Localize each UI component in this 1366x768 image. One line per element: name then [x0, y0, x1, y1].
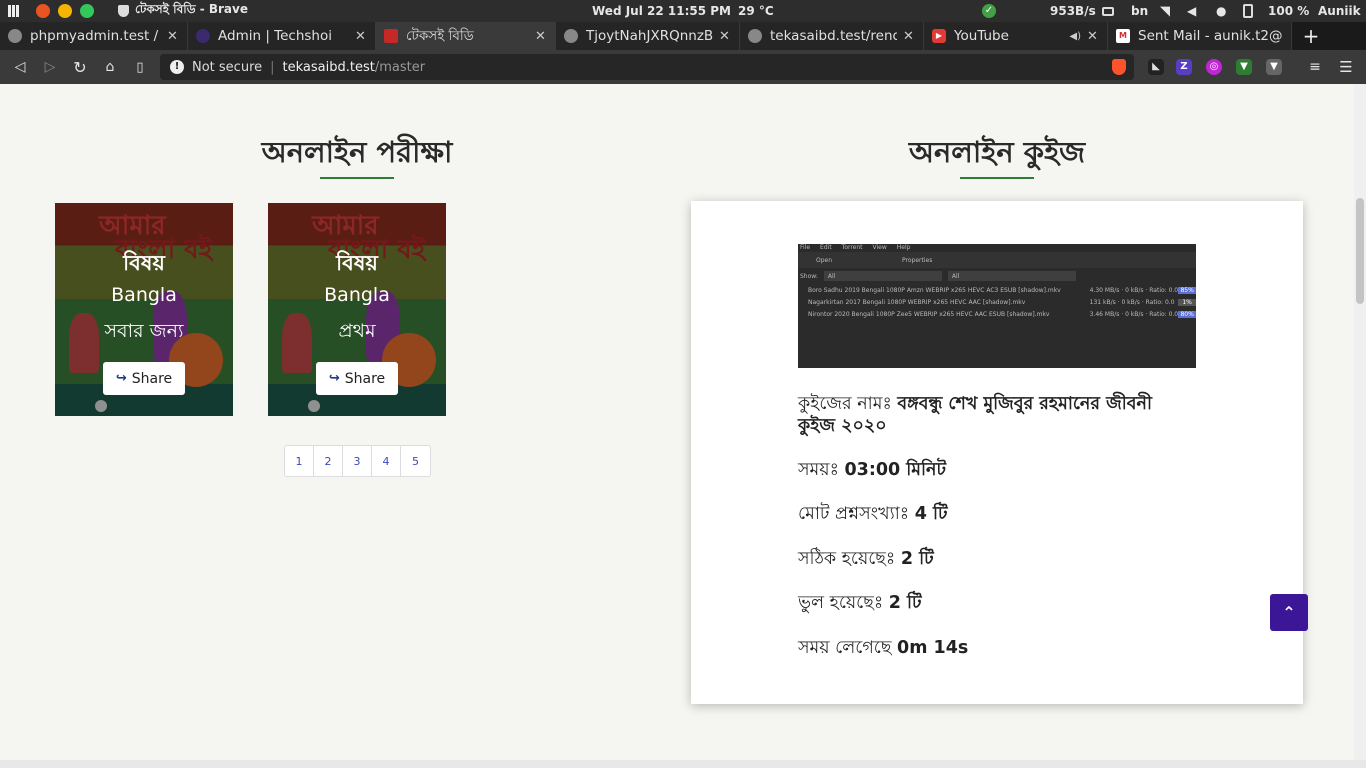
rewards-triangle-icon[interactable]: ◣ — [1148, 59, 1164, 75]
back-button[interactable]: ◁ — [10, 50, 30, 84]
window-title: টেকসই বিডি - Brave — [118, 0, 248, 22]
maximize-window-button[interactable] — [80, 4, 94, 18]
security-label[interactable]: Not secure — [192, 60, 262, 75]
network-speed: 953B/s — [1050, 4, 1096, 18]
app-grid-icon[interactable] — [6, 0, 22, 22]
tab-phpmyadmin[interactable]: phpmyadmin.test / lo ✕ — [0, 22, 188, 50]
volume-icon[interactable]: ◀ — [1187, 0, 1196, 22]
exam-section-title: অনলাইন পরীক্ষা — [261, 135, 453, 169]
audio-playing-icon[interactable]: ◀) — [1069, 31, 1081, 42]
bookmark-icon[interactable]: ▯ — [130, 50, 150, 84]
close-tab-icon[interactable]: ✕ — [1087, 29, 1099, 44]
battery-icon[interactable] — [1243, 0, 1253, 22]
tab-sent-mail[interactable]: M Sent Mail - aunik.t2@ — [1108, 22, 1292, 50]
vue-devtools-icon[interactable]: ▼ — [1266, 59, 1282, 75]
card-subject: Bangla — [324, 284, 390, 306]
exam-title-underline — [320, 177, 394, 179]
quiz-time-spent: সময় লেগেছে 0m 14s — [798, 638, 969, 658]
extension-circle-icon[interactable]: ◎ — [1206, 59, 1222, 75]
page-link-4[interactable]: 4 — [372, 446, 401, 476]
new-tab-button[interactable]: + — [1300, 22, 1322, 50]
close-tab-icon[interactable]: ✕ — [355, 29, 367, 44]
wifi-icon[interactable]: ◥ — [1160, 0, 1170, 22]
clock[interactable]: Wed Jul 22 11:55 PM — [592, 0, 731, 22]
quiz-correct-count: সঠিক হয়েছেঃ 2 টি — [798, 549, 934, 569]
tab-tekasaibd-render[interactable]: tekasaibd.test/rende ✕ — [740, 22, 924, 50]
card-heading: বিষয় — [336, 251, 378, 275]
close-tab-icon[interactable]: ✕ — [903, 29, 915, 44]
info-icon[interactable]: ! — [170, 60, 184, 74]
home-button[interactable]: ⌂ — [100, 50, 120, 84]
tab-youtube[interactable]: ▶ YouTube ◀) ✕ — [924, 22, 1108, 50]
page-link-1[interactable]: 1 — [285, 446, 314, 476]
microphone-icon[interactable]: ● — [1216, 0, 1226, 22]
globe-icon — [564, 29, 578, 43]
scrollbar-thumb[interactable] — [1356, 198, 1364, 304]
keyboard-language[interactable]: bn — [1131, 0, 1148, 22]
camera-icon[interactable] — [1102, 0, 1114, 22]
window-controls — [36, 0, 94, 22]
quiz-section-title: অনলাইন কুইজ — [908, 135, 1086, 169]
page-content: অনলাইন পরীক্ষা আমার বাংলা বই বিষয় Bangl… — [0, 84, 1354, 760]
card-audience: সবার জন্য — [104, 320, 184, 342]
quiz-time: সময়ঃ 03:00 মিনিট — [798, 460, 947, 480]
address-bar[interactable]: ! Not secure | tekasaibd.test/master — [160, 54, 1134, 80]
tab-strip: phpmyadmin.test / lo ✕ Admin | Techshoi … — [0, 22, 1366, 50]
share-button[interactable]: ↪ Share — [103, 362, 185, 395]
vpn-extension-icon[interactable]: ▼ — [1236, 59, 1252, 75]
site-logo-icon — [384, 29, 398, 43]
share-icon: ↪ — [115, 371, 127, 386]
pagination: 1 2 3 4 5 — [284, 445, 431, 477]
reload-button[interactable]: ↻ — [70, 50, 90, 84]
tab-tekasai-bd[interactable]: টেকসই বিডি ✕ — [376, 22, 556, 50]
zotero-extension-icon[interactable]: Z — [1176, 59, 1192, 75]
exam-card[interactable]: আমার বাংলা বই বিষয় Bangla প্রথম ↪ Share — [268, 203, 446, 416]
quiz-result-card: File Edit Torrent View Help Open Propert… — [691, 201, 1303, 704]
page-link-3[interactable]: 3 — [343, 446, 372, 476]
close-tab-icon[interactable]: ✕ — [719, 29, 731, 44]
scroll-to-top-button[interactable]: ⌃ — [1270, 594, 1308, 631]
quiz-wrong-count: ভুল হয়েছেঃ 2 টি — [798, 593, 922, 613]
tab-tjoyt[interactable]: TjoytNahJXRQnnzBL ✕ — [556, 22, 740, 50]
share-button[interactable]: ↪ Share — [316, 362, 398, 395]
menu-icon[interactable]: ☰ — [1336, 50, 1356, 84]
vertical-scrollbar[interactable] — [1354, 84, 1366, 760]
vpn-status-icon[interactable]: ✓ — [982, 0, 996, 22]
minimize-window-button[interactable] — [58, 4, 72, 18]
globe-icon — [748, 29, 762, 43]
page-link-5[interactable]: 5 — [401, 446, 430, 476]
exam-card[interactable]: আমার বাংলা বই বিষয় Bangla সবার জন্য ↪ S… — [55, 203, 233, 416]
close-tab-icon[interactable]: ✕ — [167, 29, 179, 44]
url-host[interactable]: tekasaibd.test — [283, 60, 375, 75]
quiz-name-line-2: কুইজ ২০২০ — [798, 416, 887, 436]
card-subject: Bangla — [111, 284, 177, 306]
forward-button[interactable]: ▷ — [40, 50, 60, 84]
close-tab-icon[interactable]: ✕ — [535, 29, 547, 44]
brave-logo-icon — [118, 5, 129, 17]
battery-level: 100 % — [1268, 4, 1310, 18]
globe-icon — [8, 29, 22, 43]
gmail-icon: M — [1116, 29, 1130, 43]
separator: | — [270, 59, 275, 75]
close-window-button[interactable] — [36, 4, 50, 18]
quiz-cover-image: File Edit Torrent View Help Open Propert… — [798, 244, 1196, 368]
os-top-bar: টেকসই বিডি - Brave Wed Jul 22 11:55 PM 2… — [0, 0, 1366, 22]
card-audience: প্রথম — [338, 320, 376, 342]
weather-temperature[interactable]: 29 °C — [738, 0, 774, 22]
card-heading: বিষয় — [123, 251, 165, 275]
url-path[interactable]: /master — [375, 60, 425, 75]
youtube-icon: ▶ — [932, 29, 946, 43]
playlist-icon[interactable]: ≡ — [1305, 50, 1325, 84]
quiz-total-questions: মোট প্রশ্নসংখ্যাঃ 4 টি — [798, 504, 948, 524]
tab-admin-techshoi[interactable]: Admin | Techshoi ✕ — [188, 22, 376, 50]
user-menu[interactable]: Auniik — [1318, 0, 1361, 22]
brave-shields-icon[interactable] — [1112, 59, 1126, 75]
page-link-2[interactable]: 2 — [314, 446, 343, 476]
quiz-title-underline — [960, 177, 1034, 179]
slash-icon — [196, 29, 210, 43]
browser-toolbar: ◁ ▷ ↻ ⌂ ▯ ! Not secure | tekasaibd.test /… — [0, 50, 1366, 84]
horizontal-scrollbar[interactable] — [0, 760, 1366, 768]
share-icon: ↪ — [328, 371, 340, 386]
